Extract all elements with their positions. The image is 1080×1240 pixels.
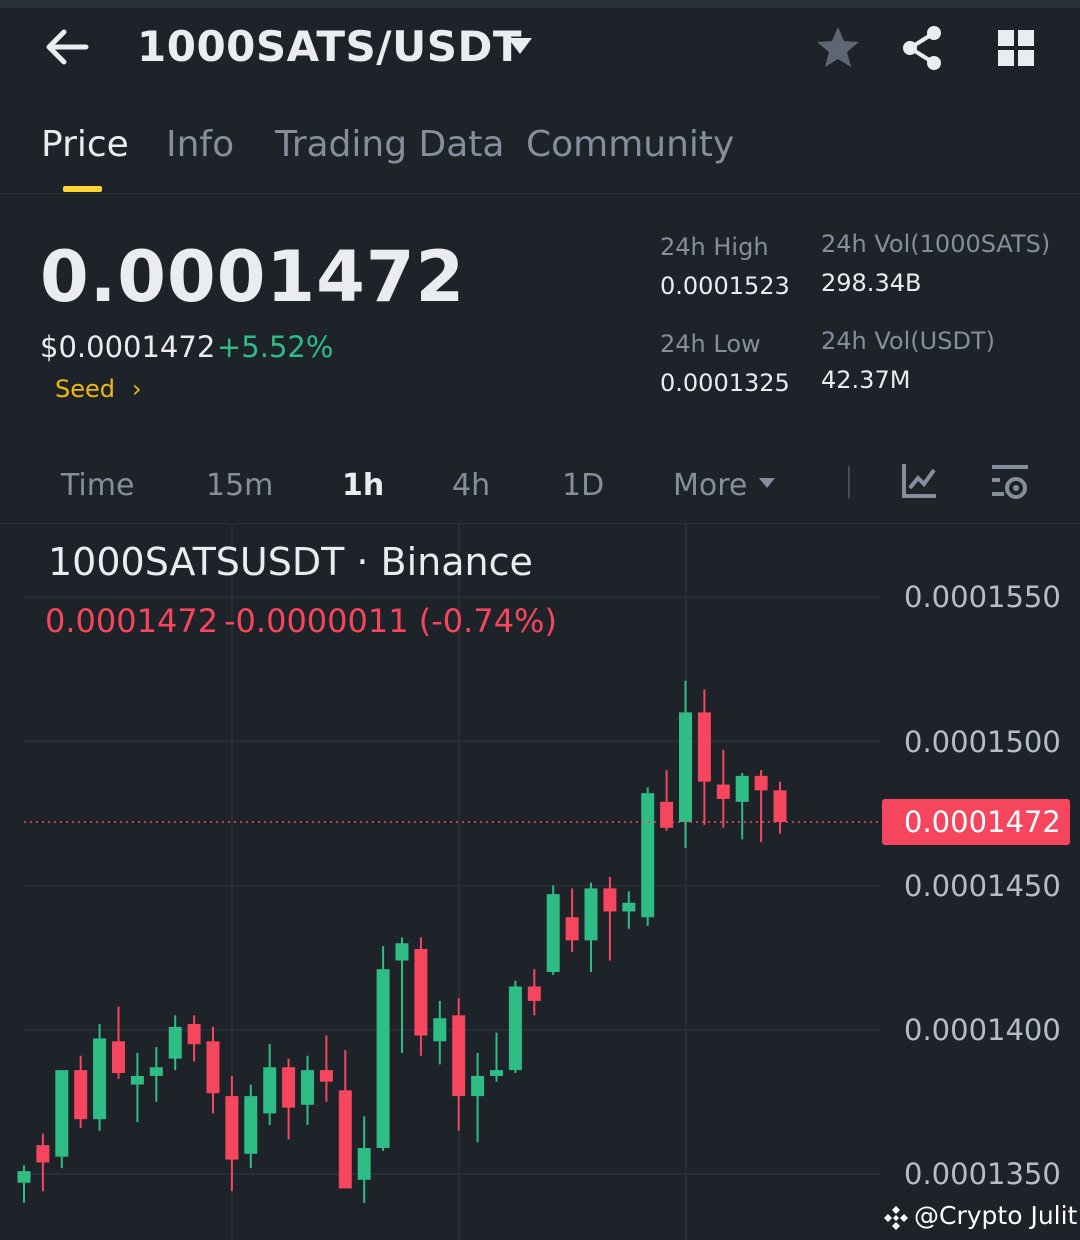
candle-body [376,969,390,1149]
binance-logo-icon [884,1206,908,1230]
interval-15m[interactable]: 15m [206,468,273,503]
interval-1d[interactable]: 1D [562,468,604,503]
candle-body [471,1075,485,1097]
y-tick-label: 0.0001550 [904,580,1061,614]
chart-title: 1000SATSUSDT · Binance [48,540,533,584]
interval-more[interactable]: More [673,468,747,503]
candle-body [282,1067,296,1108]
candle-body [565,917,579,941]
candle-body [490,1070,503,1076]
candle-body [357,1148,371,1180]
fiat-price: $0.0001472 [40,330,216,364]
stat-high-label: 24h High [660,233,769,261]
last-price: 0.0001472 [40,236,466,318]
stat-vol-base-label: 24h Vol(1000SATS) [821,230,1051,258]
tab-price[interactable]: Price [41,124,129,165]
candle-body [641,793,655,918]
candle-body [338,1090,352,1189]
interval-time[interactable]: Time [61,468,134,503]
star-icon[interactable] [814,24,862,72]
y-tick-label: 0.0001400 [904,1013,1061,1047]
stat-high-value: 0.0001523 [660,272,790,300]
change-percent: +5.52% [217,330,334,364]
candle-body [660,801,674,828]
candle-body [225,1096,239,1160]
arrow-left-icon[interactable] [42,22,92,72]
stat-vol-quote-label: 24h Vol(USDT) [821,327,995,355]
current-price-label: 0.0001472 [904,805,1061,839]
candle-body [263,1067,277,1114]
candle-body [130,1075,144,1085]
header: 1000SATS/USDT [0,8,1080,88]
chevron-right-icon[interactable]: › [132,375,142,403]
indicator-chart-icon[interactable] [900,462,938,500]
stat-low-label: 24h Low [660,330,761,358]
candle-body [697,712,711,782]
chevron-down-icon[interactable] [758,476,776,490]
y-tick-label: 0.0001450 [904,869,1061,903]
tab-community[interactable]: Community [526,124,734,165]
status-strip [0,0,1080,8]
candle-body [301,1070,314,1105]
candle-body [527,986,541,1001]
active-tab-indicator [63,186,102,192]
chart-close-value: 0.0001472 [45,602,219,640]
candle-body [93,1038,107,1120]
candle-body [187,1023,201,1045]
pair-title[interactable]: 1000SATS/USDT [137,22,522,71]
main-tabs: Price Info Trading Data Community [0,110,1080,194]
interval-1h[interactable]: 1h [342,468,384,503]
chart-change: -0.0000011 (-0.74%) [224,602,557,640]
chart-settings-icon[interactable] [990,462,1030,502]
y-tick-label: 0.0001350 [904,1157,1061,1191]
candle-body [603,888,617,912]
candle-body [508,986,522,1071]
candle-body [414,948,428,1036]
divider [848,466,850,498]
stat-vol-quote-value: 42.37M [821,366,911,394]
candle-body [433,1018,447,1042]
candle-body [206,1041,220,1094]
candle-body [754,775,768,791]
candle-body [36,1145,50,1163]
candle-body [773,790,787,823]
grid-icon[interactable] [992,24,1040,72]
chevron-down-icon[interactable] [506,36,534,56]
candle-body [74,1070,88,1120]
seed-tag[interactable]: Seed [55,375,115,403]
candle-body [452,1015,466,1097]
candle-body [716,784,730,799]
candle-body [679,712,692,823]
candle-body [244,1096,258,1154]
candle-body [735,775,749,802]
candle-body [112,1041,125,1074]
candle-body [168,1026,182,1059]
candle-body [622,902,636,912]
interval-4h[interactable]: 4h [452,468,490,503]
tab-info[interactable]: Info [166,124,234,165]
watermark-text: @Crypto Julit [914,1201,1078,1230]
candle-body [546,894,560,973]
stat-vol-base-value: 298.34B [821,269,922,297]
y-tick-label: 0.0001500 [904,725,1061,759]
candle-body [149,1067,163,1076]
candle-body [319,1070,333,1082]
candle-body [55,1070,69,1157]
candle-body [395,943,409,961]
candle-body [17,1171,31,1183]
stat-low-value: 0.0001325 [660,369,790,397]
candle-body [584,888,598,941]
share-icon[interactable] [898,24,946,72]
tab-trading-data[interactable]: Trading Data [275,124,504,165]
interval-bar: Time 15m 1h 4h 1D More [0,440,1080,524]
